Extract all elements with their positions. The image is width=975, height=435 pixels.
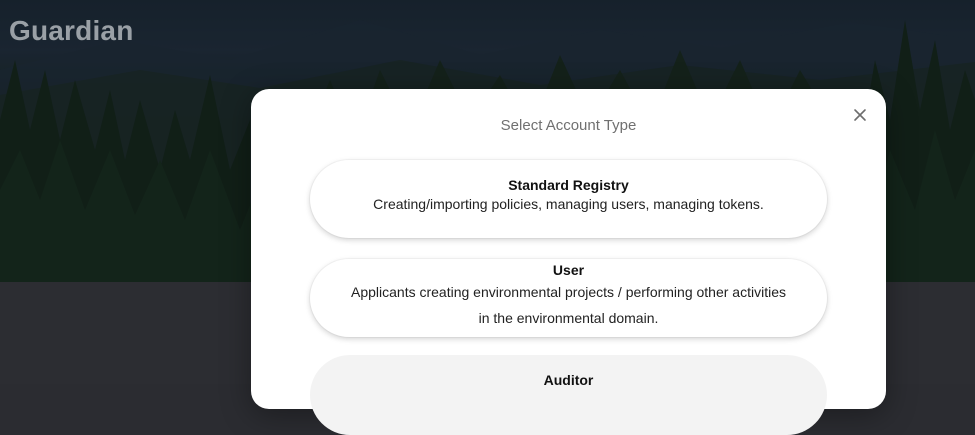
account-option-user[interactable]: User Applicants creating environmental p…	[310, 259, 827, 337]
option-name: Standard Registry	[508, 177, 629, 193]
brand-logo: Guardian	[9, 15, 134, 46]
option-name: User	[552, 262, 585, 278]
option-description: Creating/importing policies, managing us…	[373, 196, 764, 212]
close-button[interactable]	[850, 105, 870, 125]
close-icon	[854, 109, 866, 121]
option-description: Applicants creating environmental projec…	[351, 284, 786, 326]
account-option-auditor[interactable]: Auditor	[310, 355, 827, 435]
dialog-title: Select Account Type	[500, 117, 637, 134]
account-option-standard-registry[interactable]: Standard Registry Creating/importing pol…	[310, 160, 827, 238]
select-account-type-dialog: Select Account Type Standard Registry Cr…	[251, 89, 886, 435]
option-name: Auditor	[543, 372, 594, 388]
